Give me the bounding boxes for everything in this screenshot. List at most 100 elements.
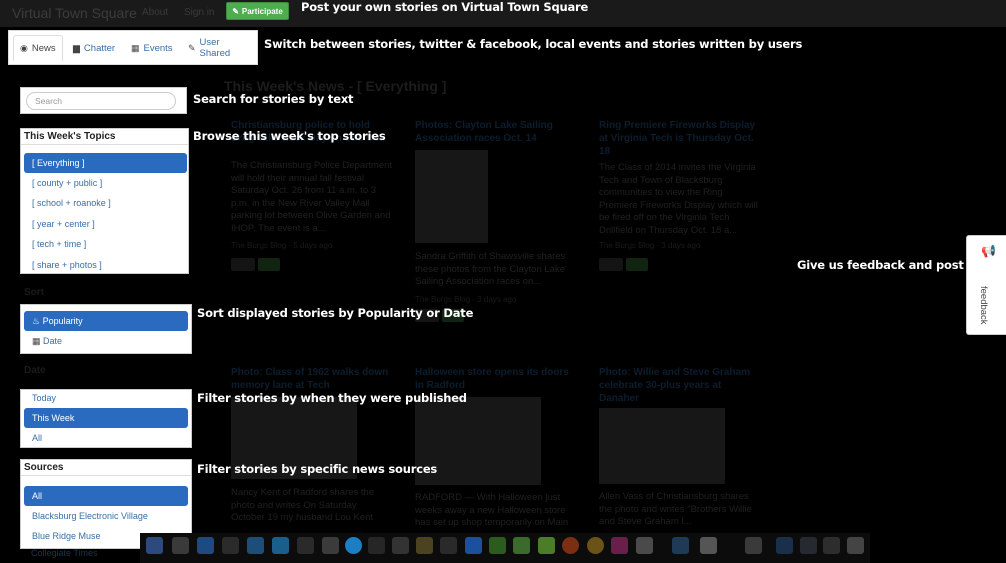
date-panel: Today This Week All [20, 389, 192, 448]
story-excerpt: Allen Vass of Christiansburg shares [599, 491, 749, 502]
date-all[interactable]: All [24, 428, 188, 448]
app-icon[interactable] [197, 537, 214, 554]
word-icon[interactable] [465, 537, 482, 554]
document-icon[interactable] [700, 537, 717, 554]
story-meta: The Burgs Blog · 5 days ago [231, 241, 333, 250]
story-excerpt: photo and writes On Saturday [231, 499, 357, 511]
share-button[interactable] [258, 258, 280, 271]
app-icon[interactable] [297, 537, 314, 554]
safari-icon[interactable] [247, 537, 264, 554]
story-meta: The Burgs Blog · 3 days ago [415, 294, 517, 304]
tab-events[interactable]: ▦ Events [125, 35, 179, 61]
topics-panel: This Week's Topics [ Everything ] [ coun… [20, 128, 189, 274]
story-excerpt: Nancy Kent of Radford shares the [231, 487, 375, 498]
search-input[interactable]: Search [26, 92, 176, 110]
story-excerpt: p.m. in the New River Valley Mall [231, 197, 370, 209]
nav-signin-link[interactable]: Sign in [184, 7, 215, 18]
story-title[interactable]: Photo: Class of 1962 walks down [231, 366, 401, 379]
app-icon[interactable] [368, 537, 385, 554]
feedback-tab[interactable]: 📢 feedback [966, 235, 1006, 335]
story-excerpt: Tech and Town of Blacksburg [599, 174, 723, 186]
story-title-line[interactable]: 18 [599, 145, 769, 158]
comment-button[interactable] [599, 258, 623, 271]
share-button[interactable] [626, 258, 648, 271]
story-title[interactable]: Ring Premiere Fireworks Display [599, 119, 769, 132]
app-icon[interactable] [272, 537, 289, 554]
folder-icon[interactable] [672, 537, 689, 554]
source-item[interactable]: Collegiate Times [31, 548, 98, 558]
pencil-icon: ✎ [188, 42, 196, 53]
comment-button[interactable] [231, 258, 255, 271]
topic-item[interactable]: [ year + center ] [24, 214, 187, 234]
story-title-line[interactable]: at Virginia Tech is Thursday Oct. [599, 132, 769, 145]
story-image[interactable] [415, 150, 488, 243]
tab-chatter[interactable]: ▆ Chatter [67, 35, 121, 61]
story-excerpt: be fired off on the Virginia Tech [599, 212, 730, 223]
story-title-line[interactable]: Danaher [599, 392, 769, 405]
story-title[interactable]: Halloween store opens its doors [415, 366, 585, 379]
story-title[interactable]: Photos: Clayton Lake Sailing [415, 119, 585, 132]
app-icon[interactable] [800, 537, 817, 554]
story-excerpt: October 19 my husband Lou Kent [231, 512, 374, 523]
callout-participate: Post your own stories on Virtual Town Sq… [301, 0, 589, 14]
app-icon[interactable] [823, 537, 840, 554]
story-image[interactable] [599, 408, 725, 484]
date-this-week[interactable]: This Week [24, 408, 188, 428]
topics-heading: This Week's Topics [24, 131, 116, 142]
trash-icon[interactable] [847, 537, 864, 554]
topic-item[interactable]: [ school + roanoke ] [24, 193, 187, 213]
participate-button[interactable]: ✎ Participate [226, 2, 289, 20]
launchpad-icon[interactable] [172, 537, 189, 554]
app-icon[interactable] [636, 537, 653, 554]
chrome-icon[interactable] [587, 537, 604, 554]
finder-icon[interactable] [146, 537, 163, 554]
document-icon[interactable] [745, 537, 762, 554]
notes-icon[interactable] [416, 537, 433, 554]
topic-item[interactable]: [ share + photos ] [24, 255, 187, 275]
story-card[interactable]: Ring Premiere Fireworks Display at Virgi… [599, 119, 769, 250]
tab-chatter-label: Chatter [83, 42, 116, 54]
sort-date[interactable]: ▦ Date [24, 331, 188, 351]
source-item[interactable]: Blacksburg Electronic Village [24, 506, 188, 526]
story-title-line[interactable]: Association races Oct. 14 [415, 132, 585, 145]
skype-icon[interactable] [345, 537, 362, 554]
sort-panel: ♨ Popularity ▦ Date [20, 304, 192, 354]
story-card[interactable]: Halloween store opens its doors in Radfo… [415, 366, 585, 392]
date-today[interactable]: Today [24, 388, 188, 408]
app-icon[interactable] [611, 537, 628, 554]
story-body: Sandra Griffith of Shawsville shares the… [415, 251, 585, 304]
tab-news-label: News [31, 42, 56, 54]
story-excerpt: communities to view the Ring [599, 187, 723, 198]
brand-logo[interactable]: Virtual Town Square [12, 5, 137, 21]
story-card[interactable]: Photo: Class of 1962 walks down memory l… [231, 366, 401, 392]
topic-item[interactable]: [ county + public ] [24, 173, 187, 193]
app-icon[interactable] [776, 537, 793, 554]
nav-about-link[interactable]: About [142, 7, 168, 18]
app-icon[interactable] [562, 537, 579, 554]
app-icon[interactable] [489, 537, 506, 554]
story-title-line[interactable]: celebrate 30-plus years at [599, 379, 769, 392]
app-icon[interactable] [440, 537, 457, 554]
story-excerpt: Saturday Oct. 26 from 11 a.m. to 3 [231, 185, 377, 196]
sort-popularity[interactable]: ♨ Popularity [24, 311, 188, 331]
app-icon[interactable] [392, 537, 409, 554]
story-card[interactable]: Photo: Willie and Steve Graham celebrate… [599, 366, 769, 405]
globe-icon: ◉ [20, 42, 28, 53]
story-excerpt: has set up shop temporarily on Main [415, 517, 569, 528]
tab-user-shared[interactable]: ✎ User Shared [182, 35, 257, 61]
story-excerpt: parking lot between Olive Garden and [231, 210, 391, 221]
content-tabs: ◉ News ▆ Chatter ▦ Events ✎ User Shared [8, 30, 258, 65]
calendar-icon: ▦ [131, 42, 140, 53]
source-item[interactable]: All [24, 486, 188, 506]
app-icon[interactable] [222, 537, 239, 554]
story-card[interactable]: Photos: Clayton Lake Sailing Association… [415, 119, 585, 145]
tab-news[interactable]: ◉ News [13, 35, 63, 61]
topic-item[interactable]: [ Everything ] [24, 153, 187, 173]
photo-icon[interactable] [322, 537, 339, 554]
app-icon[interactable] [513, 537, 530, 554]
story-body: RADFORD — With Halloween just weeks away… [415, 492, 585, 530]
app-icon[interactable] [538, 537, 555, 554]
topic-item[interactable]: [ tech + time ] [24, 234, 187, 254]
story-title[interactable]: Photo: Willie and Steve Graham [599, 366, 769, 379]
tab-events-label: Events [143, 42, 173, 54]
